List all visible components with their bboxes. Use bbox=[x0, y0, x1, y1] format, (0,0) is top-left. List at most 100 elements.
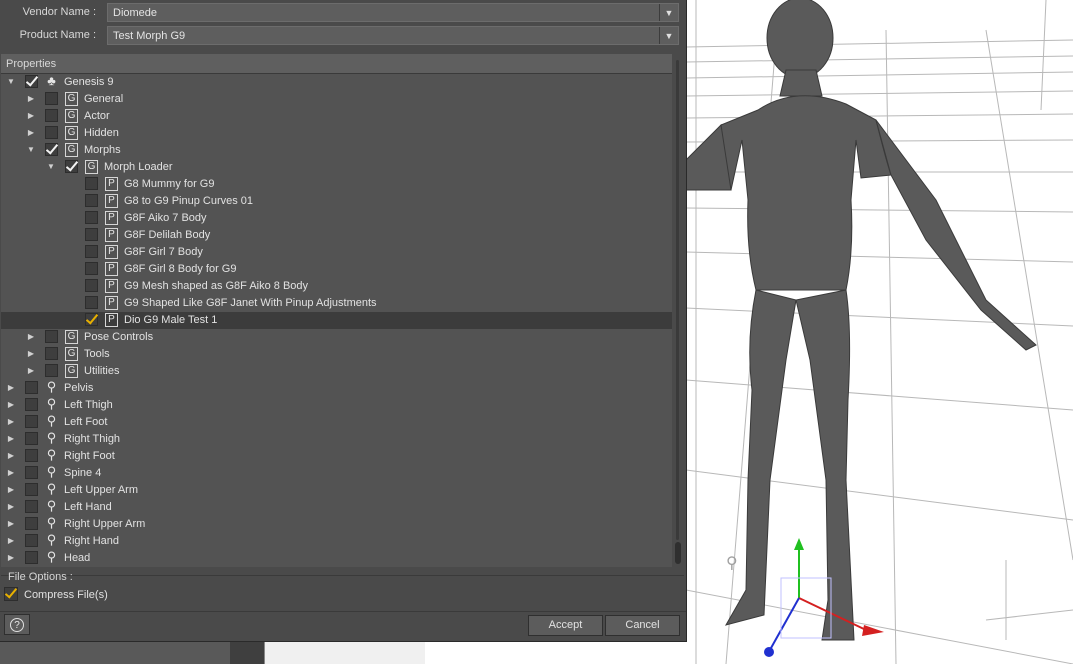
collapsed-arrow-icon[interactable]: ▶ bbox=[5, 483, 17, 497]
tree-row[interactable]: P G8F Delilah Body bbox=[1, 227, 672, 244]
collapsed-arrow-icon[interactable]: ▶ bbox=[5, 432, 17, 446]
tree-checkbox[interactable] bbox=[25, 381, 38, 394]
tree-row[interactable]: P G8F Aiko 7 Body bbox=[1, 210, 672, 227]
tree-row[interactable]: ▶ ⚲ Right Hand bbox=[1, 533, 672, 550]
tree-row[interactable]: ▶ ⚲ Right Foot bbox=[1, 448, 672, 465]
tree-row[interactable]: ▶ G Utilities bbox=[1, 363, 672, 380]
compress-files-label: Compress File(s) bbox=[24, 589, 108, 601]
property-icon: P bbox=[105, 279, 118, 293]
expanded-arrow-icon[interactable]: ▼ bbox=[45, 160, 57, 174]
cancel-button[interactable]: Cancel bbox=[605, 615, 680, 636]
tree-checkbox[interactable] bbox=[25, 75, 38, 88]
tree-checkbox[interactable] bbox=[85, 194, 98, 207]
collapsed-arrow-icon[interactable]: ▶ bbox=[5, 381, 17, 395]
tree-checkbox[interactable] bbox=[25, 500, 38, 513]
tree-checkbox[interactable] bbox=[85, 228, 98, 241]
tree-row[interactable]: ▶ G Tools bbox=[1, 346, 672, 363]
tree-checkbox[interactable] bbox=[85, 211, 98, 224]
tree-checkbox[interactable] bbox=[25, 398, 38, 411]
tree-checkbox[interactable] bbox=[25, 551, 38, 564]
expanded-arrow-icon[interactable]: ▼ bbox=[25, 143, 37, 157]
collapsed-arrow-icon[interactable]: ▶ bbox=[5, 466, 17, 480]
tree-row[interactable]: ▼ G Morphs bbox=[1, 142, 672, 159]
collapsed-arrow-icon[interactable]: ▶ bbox=[5, 534, 17, 548]
scrollbar-track[interactable] bbox=[676, 60, 679, 540]
tree-checkbox[interactable] bbox=[85, 177, 98, 190]
properties-tree[interactable]: ▼ ♣ Genesis 9 ▶ G General ▶ G Actor ▶ G Hidden ▼ G Mor… bbox=[1, 74, 672, 567]
tree-checkbox[interactable] bbox=[85, 279, 98, 292]
tree-row[interactable]: P G8 to G9 Pinup Curves 01 bbox=[1, 193, 672, 210]
tree-checkbox[interactable] bbox=[25, 449, 38, 462]
tree-checkbox[interactable] bbox=[85, 313, 98, 326]
collapsed-arrow-icon[interactable]: ▶ bbox=[5, 415, 17, 429]
collapsed-arrow-icon[interactable]: ▶ bbox=[5, 398, 17, 412]
tree-checkbox[interactable] bbox=[65, 160, 78, 173]
tree-row[interactable]: P G8F Girl 8 Body for G9 bbox=[1, 261, 672, 278]
tree-row[interactable]: P G9 Shaped Like G8F Janet With Pinup Adj… bbox=[1, 295, 672, 312]
collapsed-arrow-icon[interactable]: ▶ bbox=[25, 347, 37, 361]
tree-row[interactable]: P Dio G9 Male Test 1 bbox=[1, 312, 672, 329]
property-icon: P bbox=[105, 228, 118, 242]
compress-files-checkbox[interactable] bbox=[4, 587, 18, 601]
collapsed-arrow-icon[interactable]: ▶ bbox=[25, 330, 37, 344]
tree-row[interactable]: ▶ ⚲ Right Thigh bbox=[1, 431, 672, 448]
tree-row[interactable]: P G9 Mesh shaped as G8F Aiko 8 Body bbox=[1, 278, 672, 295]
collapsed-arrow-icon[interactable]: ▶ bbox=[25, 92, 37, 106]
chevron-down-icon[interactable]: ▼ bbox=[659, 4, 678, 21]
tree-row[interactable]: ▼ G Morph Loader bbox=[1, 159, 672, 176]
chevron-down-icon[interactable]: ▼ bbox=[659, 27, 678, 44]
tree-row[interactable]: ▶ ⚲ Head bbox=[1, 550, 672, 567]
collapsed-arrow-icon[interactable]: ▶ bbox=[25, 109, 37, 123]
tree-label: Utilities bbox=[84, 365, 120, 377]
collapsed-arrow-icon[interactable]: ▶ bbox=[25, 364, 37, 378]
tree-row[interactable]: ▶ ⚲ Left Hand bbox=[1, 499, 672, 516]
tree-row[interactable]: ▶ ⚲ Right Upper Arm bbox=[1, 516, 672, 533]
tree-row[interactable]: ▶ ⚲ Left Upper Arm bbox=[1, 482, 672, 499]
tree-row[interactable]: ▶ ⚲ Left Thigh bbox=[1, 397, 672, 414]
tree-checkbox[interactable] bbox=[25, 517, 38, 530]
tree-checkbox[interactable] bbox=[45, 364, 58, 377]
tree-checkbox[interactable] bbox=[25, 432, 38, 445]
tree-row[interactable]: ▶ G Actor bbox=[1, 108, 672, 125]
expanded-arrow-icon[interactable]: ▼ bbox=[5, 75, 17, 89]
tree-checkbox[interactable] bbox=[45, 126, 58, 139]
help-button[interactable]: ? bbox=[4, 614, 30, 635]
tree-row[interactable]: ▼ ♣ Genesis 9 bbox=[1, 74, 672, 91]
vendor-combo[interactable]: Diomede ▼ bbox=[107, 3, 679, 22]
tree-checkbox[interactable] bbox=[45, 347, 58, 360]
tree-checkbox[interactable] bbox=[25, 483, 38, 496]
scrollbar-grip[interactable] bbox=[675, 542, 681, 564]
tree-row[interactable]: ▶ ⚲ Pelvis bbox=[1, 380, 672, 397]
tree-row[interactable]: ▶ G General bbox=[1, 91, 672, 108]
tree-row[interactable]: P G8F Girl 7 Body bbox=[1, 244, 672, 261]
tree-label: G8F Delilah Body bbox=[124, 229, 211, 241]
collapsed-arrow-icon[interactable]: ▶ bbox=[5, 449, 17, 463]
tree-checkbox[interactable] bbox=[85, 262, 98, 275]
tree-checkbox[interactable] bbox=[85, 245, 98, 258]
tree-checkbox[interactable] bbox=[45, 92, 58, 105]
product-combo[interactable]: Test Morph G9 ▼ bbox=[107, 26, 679, 45]
tree-row[interactable]: ▶ G Hidden bbox=[1, 125, 672, 142]
accept-button[interactable]: Accept bbox=[528, 615, 603, 636]
tree-checkbox[interactable] bbox=[45, 109, 58, 122]
tree-checkbox[interactable] bbox=[25, 466, 38, 479]
collapsed-arrow-icon[interactable]: ▶ bbox=[5, 551, 17, 565]
tree-label: Left Upper Arm bbox=[64, 484, 138, 496]
tree-row[interactable]: ▶ G Pose Controls bbox=[1, 329, 672, 346]
tree-row[interactable]: ▶ ⚲ Spine 4 bbox=[1, 465, 672, 482]
collapsed-arrow-icon[interactable]: ▶ bbox=[5, 517, 17, 531]
collapsed-arrow-icon[interactable]: ▶ bbox=[25, 126, 37, 140]
3d-viewport[interactable]: ⚲ bbox=[686, 0, 1073, 664]
tree-row[interactable]: ▶ ⚲ Left Foot bbox=[1, 414, 672, 431]
tree-checkbox[interactable] bbox=[45, 330, 58, 343]
tree-label: Pelvis bbox=[64, 382, 94, 394]
tree-checkbox[interactable] bbox=[25, 534, 38, 547]
tree-checkbox[interactable] bbox=[45, 143, 58, 156]
tree-row[interactable]: P G8 Mummy for G9 bbox=[1, 176, 672, 193]
tree-checkbox[interactable] bbox=[25, 415, 38, 428]
genesis-9-figure[interactable] bbox=[686, 0, 1037, 641]
backdrop-panel-right bbox=[264, 640, 425, 664]
collapsed-arrow-icon[interactable]: ▶ bbox=[5, 500, 17, 514]
tree-scrollbar[interactable] bbox=[673, 54, 682, 567]
tree-checkbox[interactable] bbox=[85, 296, 98, 309]
